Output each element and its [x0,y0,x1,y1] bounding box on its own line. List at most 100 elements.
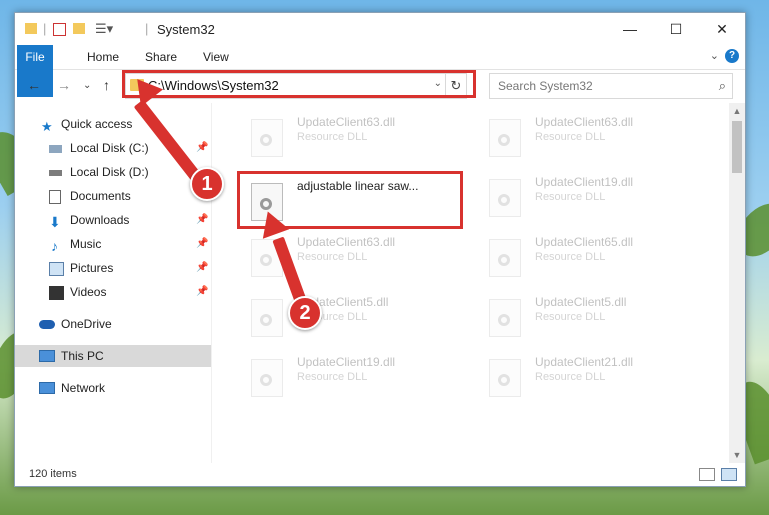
dll-file-icon [251,299,283,337]
file-type: Resource DLL [297,131,368,143]
sidebar-item-label: Network [61,381,106,395]
file-name: UpdateClient19.dll [297,355,396,369]
file-explorer-window: | ☰▾ | System32 — ☐ ✕ File Home Share Vi… [14,12,746,487]
file-type: Resource DLL [535,251,606,263]
file-item[interactable]: UpdateClient21.dll Resource DLL [477,349,703,401]
file-item[interactable]: UpdateClient19.dll Resource DLL [239,349,465,401]
window-title: System32 [157,22,215,37]
file-type: Resource DLL [535,131,606,143]
sidebar-item-label: OneDrive [61,317,112,331]
title-bar: | ☰▾ | System32 — ☐ ✕ [15,13,745,45]
file-type: Resource DLL [297,371,368,383]
up-arrow-icon[interactable]: ↑ [103,77,110,93]
sidebar-item-music[interactable]: ♪ Music 📌 [15,233,211,255]
tab-home[interactable]: Home [77,45,129,69]
scroll-thumb[interactable] [732,121,742,173]
properties-icon[interactable] [53,23,66,36]
maximize-button[interactable]: ☐ [653,13,699,45]
step-badge-2: 2 [288,296,322,330]
address-highlight-box [122,70,476,98]
sidebar-item-label: This PC [61,349,104,363]
item-count: 120 items [29,468,77,480]
details-view-icon[interactable] [699,468,715,481]
scroll-down-icon[interactable]: ▼ [729,447,745,463]
separator: | [145,21,149,36]
file-name: UpdateClient5.dll [535,295,627,309]
dll-file-icon [251,359,283,397]
large-icons-view-icon[interactable] [721,468,737,481]
sidebar-item-label: Quick access [61,117,133,131]
scroll-up-icon[interactable]: ▲ [729,103,745,119]
document-icon [49,190,61,204]
music-icon: ♪ [51,238,58,254]
help-icon[interactable]: ? [725,49,739,63]
videos-icon [49,286,64,300]
sidebar-item-videos[interactable]: Videos 📌 [15,281,211,303]
dll-file-icon [489,299,521,337]
search-box[interactable]: Search System32 ⌕ [489,73,733,99]
file-name: UpdateClient63.dll [297,235,396,249]
file-name: UpdateClient65.dll [535,235,634,249]
download-icon: ⬇ [49,214,61,230]
sidebar-item-downloads[interactable]: ⬇ Downloads 📌 [15,209,211,231]
dll-file-icon [489,239,521,277]
sidebar-item-label: Local Disk (D:) [70,165,149,179]
tab-view[interactable]: View [193,45,239,69]
computer-icon [39,350,55,362]
sidebar-item-label: Downloads [70,213,130,227]
customize-toolbar-icon[interactable]: ☰▾ [95,21,113,37]
folder-icon[interactable] [25,23,37,34]
sidebar-item-documents[interactable]: Documents [15,185,211,207]
file-item[interactable]: UpdateClient5.dll Resource DLL [477,289,703,341]
pictures-icon [49,262,64,276]
file-item[interactable]: UpdateClient63.dll Resource DLL [239,229,465,281]
file-item[interactable]: UpdateClient65.dll Resource DLL [477,229,703,281]
drive-icon [49,170,62,176]
sidebar-item-label: Documents [70,189,131,203]
pin-icon: 📌 [196,238,209,249]
vertical-scrollbar[interactable]: ▲ ▼ [729,103,745,463]
star-icon: ★ [41,119,53,134]
back-arrow-icon[interactable]: ← [27,77,41,93]
dll-file-icon [489,179,521,217]
recent-locations-icon[interactable]: ⌄ [83,80,91,91]
cloud-icon [39,320,55,329]
sidebar-item-network[interactable]: Network [15,377,211,399]
pin-icon: 📌 [196,286,209,297]
sidebar-item-this-pc[interactable]: This PC [15,345,211,367]
network-icon [39,382,55,394]
pane-divider[interactable] [211,103,212,463]
pin-icon: 📌 [196,142,209,153]
sidebar-item-pictures[interactable]: Pictures 📌 [15,257,211,279]
separator: | [43,21,47,36]
pin-icon: 📌 [196,262,209,273]
dll-file-icon [251,119,283,157]
search-input[interactable]: Search System32 [498,79,593,93]
search-icon[interactable]: ⌕ [719,78,726,94]
file-item[interactable]: UpdateClient63.dll Resource DLL [239,109,465,161]
close-button[interactable]: ✕ [699,13,745,45]
sidebar-item-quick-access[interactable]: ★ Quick access [15,113,211,135]
sidebar-item-label: Pictures [70,261,114,275]
file-type: Resource DLL [535,311,606,323]
navigation-bar: ← → ⌄ ↑ C:\Windows\System32 ⌄ ↻ Search S… [15,70,745,102]
file-item[interactable]: UpdateClient63.dll Resource DLL [477,109,703,161]
pin-icon: 📌 [196,214,209,225]
forward-arrow-icon[interactable]: → [57,77,71,93]
file-type: Resource DLL [297,251,368,263]
file-name: UpdateClient63.dll [535,115,634,129]
sidebar-item-label: Local Disk (C:) [70,141,149,155]
new-folder-icon[interactable] [73,23,85,34]
file-name: UpdateClient19.dll [535,175,634,189]
minimize-button[interactable]: — [607,13,653,45]
file-name: UpdateClient63.dll [297,115,396,129]
sidebar-item-onedrive[interactable]: OneDrive [15,313,211,335]
file-item[interactable]: UpdateClient5.dll Resource DLL [239,289,465,341]
file-item[interactable]: UpdateClient19.dll Resource DLL [477,169,703,221]
chevron-down-icon[interactable]: ⌄ [710,49,719,62]
ribbon-tabs: File Home Share View ⌄ ? [15,45,745,97]
sidebar-item-label: Music [70,237,102,251]
file-list: UpdateClient63.dll Resource DLL UpdateCl… [227,105,727,465]
tab-share[interactable]: Share [135,45,187,69]
file-type: Resource DLL [535,371,606,383]
